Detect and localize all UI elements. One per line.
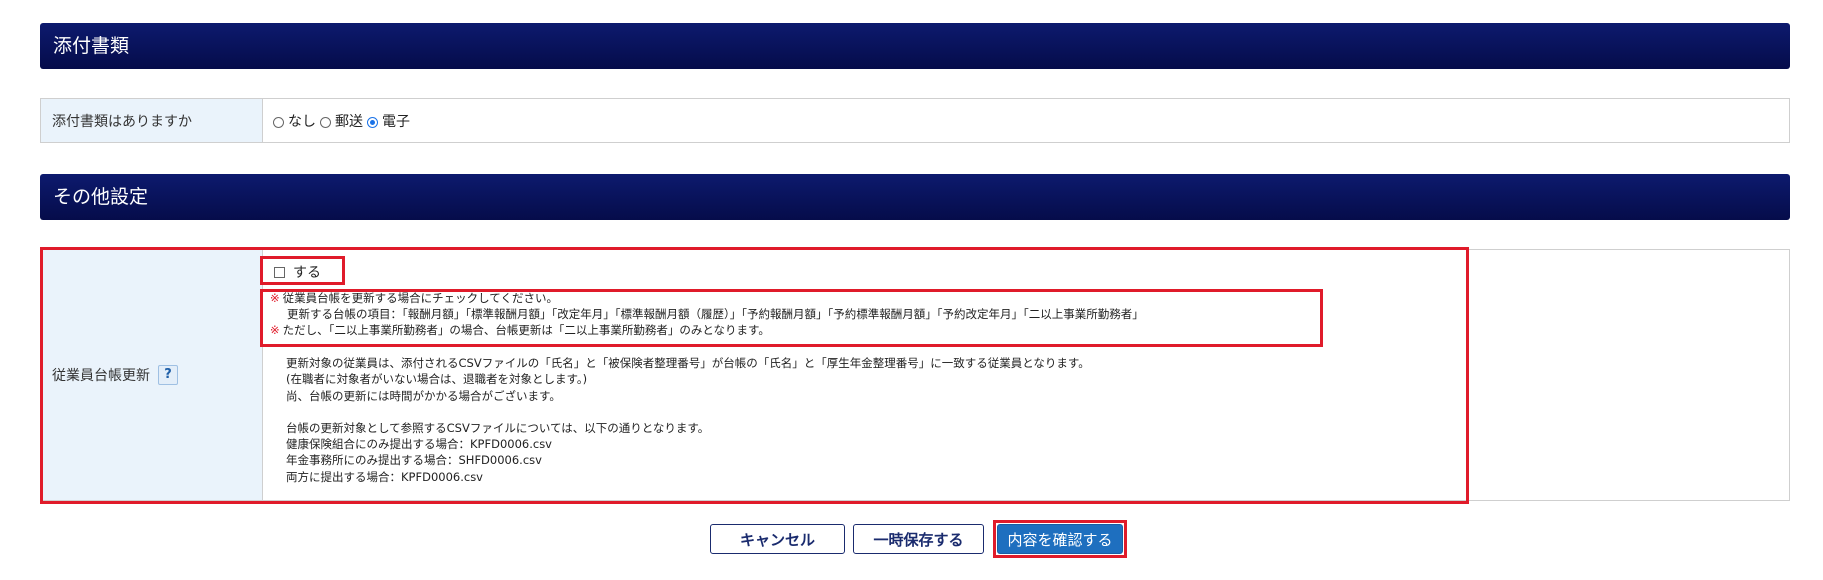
radio-none[interactable] — [273, 116, 284, 128]
section-title: 添付書類 — [53, 35, 130, 57]
attachments-label: 添付書類はありますか — [52, 113, 192, 130]
highlight-box-checkbox — [260, 256, 345, 285]
attachments-value-cell: なし 郵送 電子 — [263, 99, 1789, 142]
section-header-other-settings: その他設定 — [40, 174, 1790, 220]
highlight-box-notes — [260, 289, 1323, 347]
radio-electronic-label[interactable]: 電子 — [382, 111, 410, 131]
confirm-button[interactable]: 内容を確認する — [997, 524, 1123, 554]
highlight-box-ledger-row — [40, 247, 1469, 504]
radio-none-label[interactable]: なし — [288, 111, 316, 131]
save-draft-button[interactable]: 一時保存する — [853, 524, 984, 554]
section-header-attachments: 添付書類 — [40, 23, 1790, 69]
attachments-row: 添付書類はありますか なし 郵送 電子 — [40, 98, 1790, 143]
attachments-radio-group: なし 郵送 電子 — [273, 111, 414, 131]
radio-electronic[interactable] — [367, 116, 378, 128]
radio-mail-label[interactable]: 郵送 — [335, 111, 363, 131]
section-title: その他設定 — [53, 186, 149, 208]
cancel-button[interactable]: キャンセル — [710, 524, 845, 554]
attachments-label-cell: 添付書類はありますか — [41, 99, 263, 142]
radio-mail[interactable] — [320, 116, 331, 128]
